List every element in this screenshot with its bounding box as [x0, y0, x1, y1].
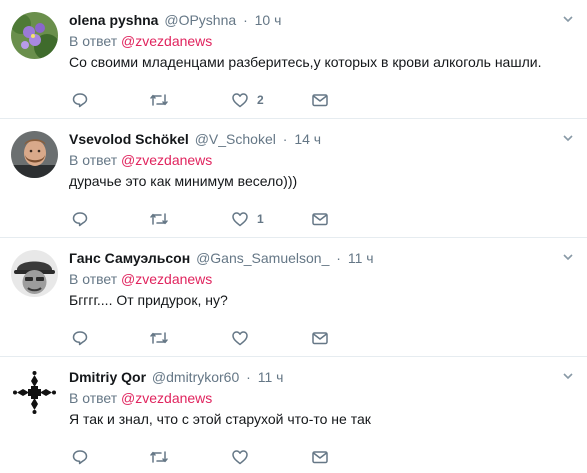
tweet-text: Я так и знал, что с этой старухой что-то…	[69, 411, 371, 427]
heart-icon	[232, 93, 248, 108]
heart-icon	[232, 450, 248, 465]
reply-icon	[72, 450, 88, 465]
reply-context: В ответ @zvezdanews	[69, 151, 573, 169]
retweet-button[interactable]	[149, 328, 177, 348]
tweet-item[interactable]: Dmitriy Qor @dmitrykor60 · 11 ч В ответ …	[0, 357, 587, 473]
author-name[interactable]: Vsevolod Schökel	[69, 131, 189, 147]
reply-mention-link[interactable]: @zvezdanews	[121, 33, 212, 49]
reply-button[interactable]	[71, 328, 97, 348]
like-button[interactable]	[231, 328, 257, 348]
like-button[interactable]	[231, 447, 257, 467]
avatar[interactable]	[11, 12, 58, 59]
avatar[interactable]	[11, 131, 58, 178]
reply-button[interactable]	[71, 90, 97, 110]
direct-message-button[interactable]	[311, 90, 329, 110]
separator-dot: ·	[282, 131, 288, 147]
reply-prefix: В ответ	[69, 390, 118, 406]
reply-icon	[72, 93, 88, 108]
timestamp[interactable]: 14 ч	[294, 131, 321, 147]
envelope-icon	[312, 332, 328, 345]
reply-button[interactable]	[71, 447, 97, 467]
separator-dot: ·	[336, 250, 341, 266]
tweet-text: Со своими младенцами разберитесь,у котор…	[69, 54, 542, 70]
tweet-item[interactable]: olena pyshna @OPyshna · 10 ч В ответ @zv…	[0, 0, 587, 119]
avatar[interactable]	[11, 369, 58, 416]
chevron-down-icon[interactable]	[562, 369, 574, 381]
reply-mention-link[interactable]: @zvezdanews	[121, 271, 212, 287]
reply-prefix: В ответ	[69, 271, 118, 287]
author-username[interactable]: @OPyshna	[164, 12, 236, 28]
like-button[interactable]: 2	[231, 90, 264, 110]
reply-icon	[72, 212, 88, 227]
envelope-icon	[312, 213, 328, 226]
retweet-icon	[150, 94, 168, 106]
reply-button[interactable]	[71, 209, 97, 229]
tweet-item[interactable]: Vsevolod Schökel @V_Schokel · 14 ч В отв…	[0, 119, 587, 238]
reply-context: В ответ @zvezdanews	[69, 32, 573, 50]
timestamp[interactable]: 10 ч	[255, 12, 282, 28]
author-name[interactable]: Ганс Самуэльсон	[69, 250, 190, 266]
chevron-down-icon[interactable]	[562, 131, 574, 143]
reply-icon	[72, 331, 88, 346]
like-count: 2	[257, 93, 264, 107]
reply-context: В ответ @zvezdanews	[69, 270, 573, 288]
heart-icon	[232, 212, 248, 227]
retweet-button[interactable]	[149, 209, 177, 229]
envelope-icon	[312, 94, 328, 107]
reply-mention-link[interactable]: @zvezdanews	[121, 390, 212, 406]
author-name[interactable]: Dmitriy Qor	[69, 369, 146, 385]
tweet-text: дурачье это как минимум весело)))	[69, 173, 298, 189]
tweet-text: Бгггг.... От придурок, ну?	[69, 292, 228, 308]
avatar[interactable]	[11, 250, 58, 297]
author-name[interactable]: olena pyshna	[69, 12, 158, 28]
timestamp[interactable]: 11 ч	[348, 250, 374, 266]
author-username[interactable]: @dmitrykor60	[152, 369, 239, 385]
reply-prefix: В ответ	[69, 152, 118, 168]
retweet-icon	[150, 451, 168, 463]
chevron-down-icon[interactable]	[562, 12, 574, 24]
timestamp[interactable]: 11 ч	[258, 369, 284, 385]
chevron-down-icon[interactable]	[562, 250, 574, 262]
retweet-icon	[150, 332, 168, 344]
envelope-icon	[312, 451, 328, 464]
tweet-item[interactable]: Ганс Самуэльсон @Gans_Samuelson_ · 11 ч …	[0, 238, 587, 357]
retweet-icon	[150, 213, 168, 225]
reply-prefix: В ответ	[69, 33, 118, 49]
direct-message-button[interactable]	[311, 209, 329, 229]
separator-dot: ·	[246, 369, 251, 385]
author-username[interactable]: @V_Schokel	[195, 131, 276, 147]
retweet-button[interactable]	[149, 90, 177, 110]
heart-icon	[232, 331, 248, 346]
separator-dot: ·	[243, 12, 248, 28]
like-count: 1	[257, 212, 264, 226]
direct-message-button[interactable]	[311, 447, 329, 467]
direct-message-button[interactable]	[311, 328, 329, 348]
reply-mention-link[interactable]: @zvezdanews	[121, 152, 212, 168]
like-button[interactable]: 1	[231, 209, 264, 229]
retweet-button[interactable]	[149, 447, 177, 467]
reply-context: В ответ @zvezdanews	[69, 389, 573, 407]
author-username[interactable]: @Gans_Samuelson_	[196, 250, 329, 266]
